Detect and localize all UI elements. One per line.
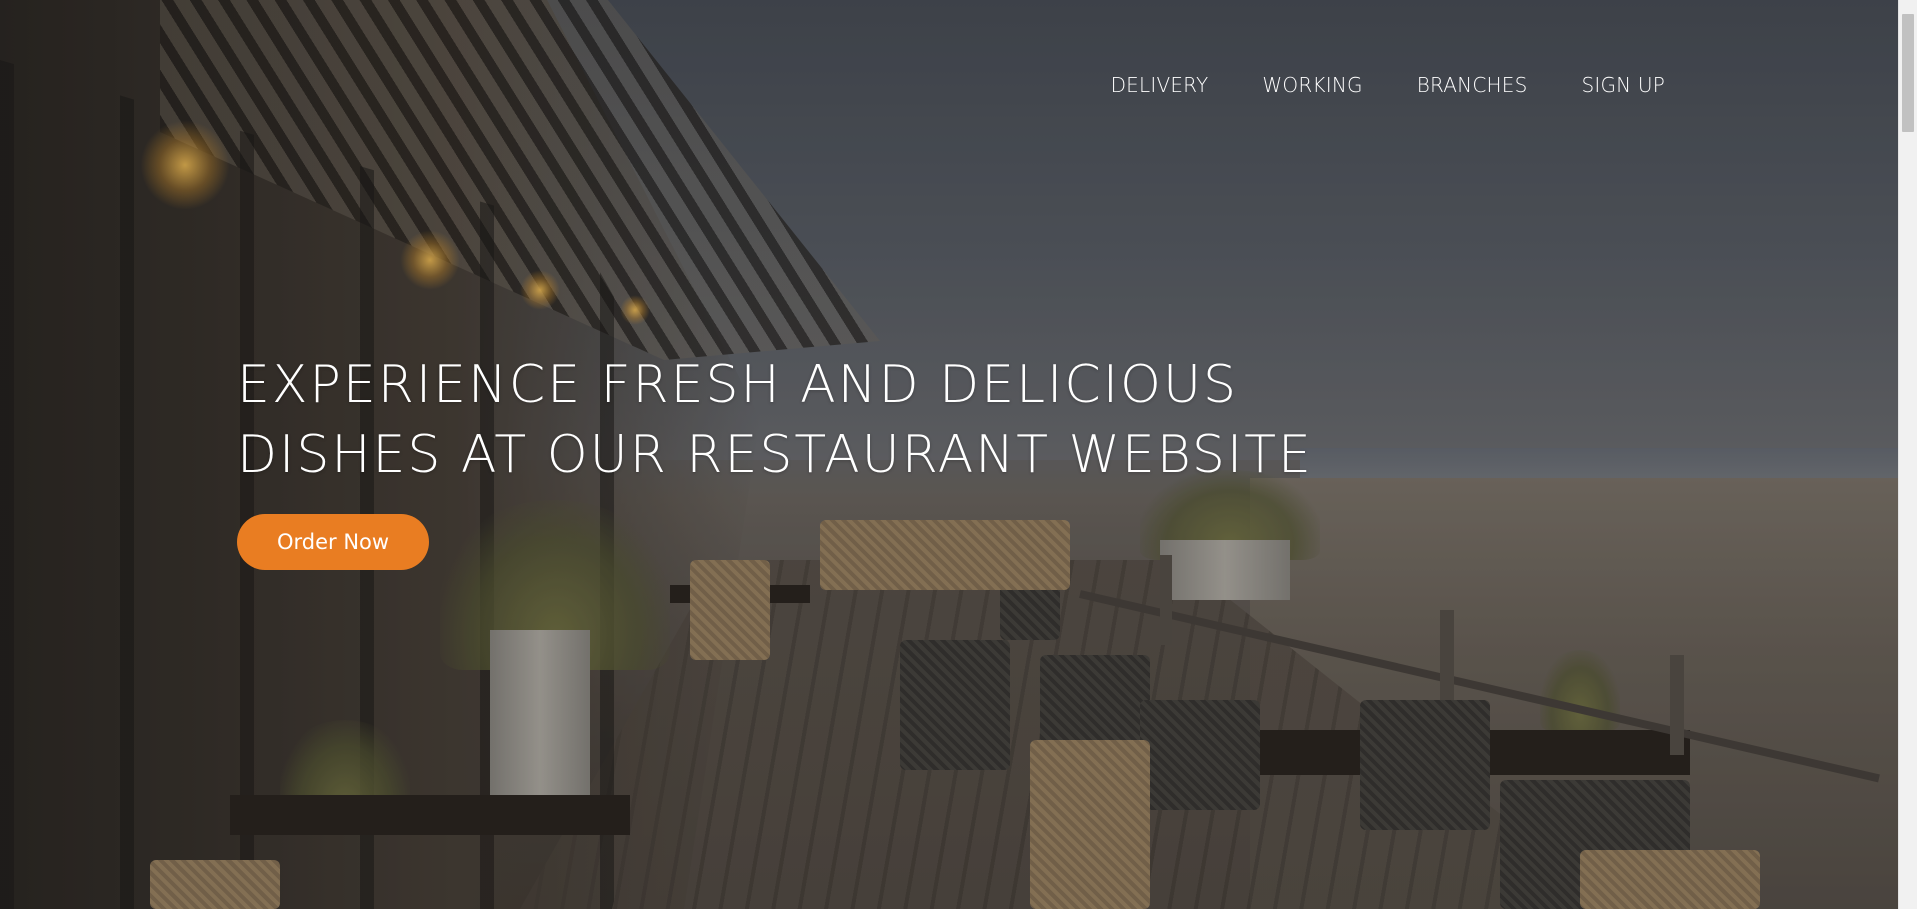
vertical-scrollbar[interactable]: [1898, 0, 1917, 909]
nav-delivery-link[interactable]: DELIVERY: [1111, 70, 1209, 100]
nav-sign-up-link[interactable]: SIGN UP: [1581, 70, 1665, 100]
page: DELIVERY WORKING BRANCHES SIGN UP EXPERI…: [0, 0, 1917, 909]
hero-headline-line-2: DISHES AT OUR RESTAURANT WEBSITE: [237, 425, 1313, 485]
nav-working-link[interactable]: WORKING: [1262, 70, 1362, 100]
order-now-button[interactable]: Order Now: [237, 514, 430, 570]
hero-headline: EXPERIENCE FRESH AND DELICIOUS DISHES AT…: [237, 350, 1437, 490]
hero-headline-line-1: EXPERIENCE FRESH AND DELICIOUS: [237, 355, 1239, 415]
nav-branches-link[interactable]: BRANCHES: [1417, 70, 1528, 100]
scrollbar-thumb[interactable]: [1902, 14, 1914, 132]
hero-content: EXPERIENCE FRESH AND DELICIOUS DISHES AT…: [237, 350, 1437, 570]
main-nav: DELIVERY WORKING BRANCHES SIGN UP: [1111, 70, 1665, 100]
